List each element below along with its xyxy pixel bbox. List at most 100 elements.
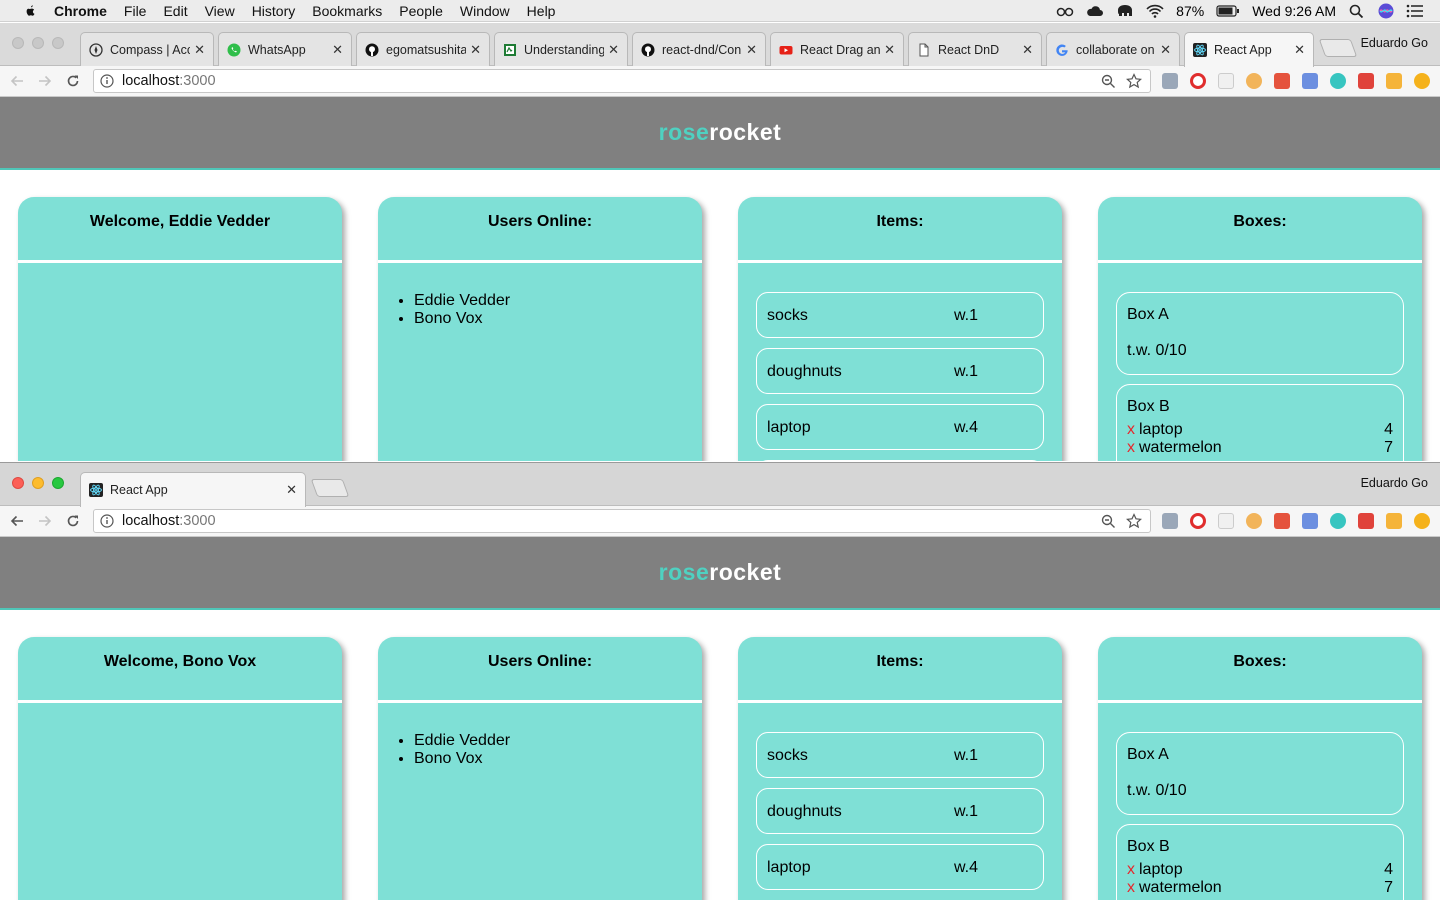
close-tab-icon[interactable]: ✕ (332, 42, 343, 58)
close-tab-icon[interactable]: ✕ (1160, 42, 1171, 58)
box-card-b[interactable]: Box B x laptop 4 x watermelon 7 (1116, 824, 1404, 900)
back-arrow-icon[interactable] (10, 74, 24, 88)
extension-puzzle-icon[interactable] (1274, 513, 1290, 529)
tab-react-app[interactable]: React App ✕ (1184, 32, 1314, 67)
close-tab-icon[interactable]: ✕ (1294, 42, 1305, 58)
tab-google-collaborate[interactable]: collaborate on ✕ (1046, 32, 1180, 66)
info-icon[interactable] (100, 514, 114, 528)
item-card-partial[interactable] (756, 460, 1044, 461)
spotlight-search-icon[interactable] (1348, 4, 1366, 18)
forward-arrow-icon[interactable] (38, 514, 52, 528)
close-window-button[interactable] (12, 37, 24, 49)
extension-opera-icon[interactable] (1190, 513, 1206, 529)
menu-people[interactable]: People (399, 3, 443, 19)
box-card-a[interactable]: Box A t.w. 0/10 (1116, 732, 1404, 815)
item-card-socks[interactable]: socks w.1 (756, 732, 1044, 778)
menu-edit[interactable]: Edit (163, 3, 187, 19)
box-item-qty: 4 (1384, 861, 1393, 878)
info-icon[interactable] (100, 74, 114, 88)
new-tab-button[interactable] (1318, 39, 1358, 57)
zoom-icon[interactable] (1101, 74, 1116, 89)
item-card-laptop[interactable]: laptop w.4 (756, 404, 1044, 450)
close-tab-icon[interactable]: ✕ (1022, 42, 1033, 58)
extension-honey-icon[interactable] (1414, 73, 1430, 89)
profile-name[interactable]: Eduardo Go (1361, 36, 1428, 50)
item-card-laptop[interactable]: laptop w.4 (756, 844, 1044, 890)
extension-blank-icon[interactable] (1218, 513, 1234, 529)
extension-grid-icon[interactable] (1386, 73, 1402, 89)
battery-icon[interactable] (1216, 4, 1240, 18)
minimize-window-button[interactable] (32, 37, 44, 49)
extension-blank-icon[interactable] (1218, 73, 1234, 89)
zoom-icon[interactable] (1101, 514, 1116, 529)
tab-compass[interactable]: Compass | Acc ✕ (80, 32, 214, 66)
extension-puzzle-icon[interactable] (1274, 73, 1290, 89)
tab-title: collaborate on (1076, 42, 1155, 57)
close-window-button[interactable] (12, 477, 24, 489)
reload-icon[interactable] (66, 514, 80, 528)
item-card-socks[interactable]: socks w.1 (756, 292, 1044, 338)
remove-item-button[interactable]: x (1127, 439, 1135, 456)
extension-honey-icon[interactable] (1414, 513, 1430, 529)
profile-name[interactable]: Eduardo Go (1361, 476, 1428, 490)
menu-file[interactable]: File (124, 3, 147, 19)
menu-view[interactable]: View (205, 3, 235, 19)
remove-item-button[interactable]: x (1127, 421, 1135, 438)
extension-cookie-icon[interactable] (1246, 73, 1262, 89)
tab-youtube-react-drag[interactable]: React Drag anc ✕ (770, 32, 904, 66)
extension-book-icon[interactable] (1358, 513, 1374, 529)
menu-window[interactable]: Window (460, 3, 510, 19)
remove-item-button[interactable]: x (1127, 861, 1135, 878)
box-card-a[interactable]: Box A t.w. 0/10 (1116, 292, 1404, 375)
close-tab-icon[interactable]: ✕ (286, 482, 297, 498)
close-tab-icon[interactable]: ✕ (608, 42, 619, 58)
remove-item-button[interactable]: x (1127, 879, 1135, 896)
extension-translate-icon[interactable] (1302, 513, 1318, 529)
zoom-window-button[interactable] (52, 37, 64, 49)
menu-history[interactable]: History (252, 3, 296, 19)
extension-download-icon[interactable] (1162, 73, 1178, 89)
glasses-icon[interactable] (1056, 4, 1074, 18)
address-bar[interactable]: localhost:3000 (93, 69, 1151, 93)
tab-react-app[interactable]: React App ✕ (80, 472, 306, 507)
tab-react-dnd[interactable]: React DnD ✕ (908, 32, 1042, 66)
apple-icon[interactable] (20, 3, 40, 19)
close-tab-icon[interactable]: ✕ (746, 42, 757, 58)
close-tab-icon[interactable]: ✕ (194, 42, 205, 58)
bookmark-star-icon[interactable] (1126, 513, 1142, 529)
item-card-doughnuts[interactable]: doughnuts w.1 (756, 348, 1044, 394)
tab-github-react-dnd[interactable]: react-dnd/Con ✕ (632, 32, 766, 66)
close-tab-icon[interactable]: ✕ (470, 42, 481, 58)
extension-cookie-icon[interactable] (1246, 513, 1262, 529)
menu-bookmarks[interactable]: Bookmarks (312, 3, 382, 19)
back-arrow-icon[interactable] (10, 514, 24, 528)
extension-m-icon[interactable] (1330, 73, 1346, 89)
item-card-doughnuts[interactable]: doughnuts w.1 (756, 788, 1044, 834)
zoom-window-button[interactable] (52, 477, 64, 489)
tab-github-egomatsushita[interactable]: egomatsushita ✕ (356, 32, 490, 66)
tab-understanding[interactable]: Understanding ✕ (494, 32, 628, 66)
menu-chrome[interactable]: Chrome (54, 3, 107, 19)
notification-center-icon[interactable] (1406, 4, 1424, 18)
extension-m-icon[interactable] (1330, 513, 1346, 529)
forward-arrow-icon[interactable] (38, 74, 52, 88)
close-tab-icon[interactable]: ✕ (884, 42, 895, 58)
elephant-icon[interactable] (1116, 4, 1134, 18)
reload-icon[interactable] (66, 74, 80, 88)
extension-opera-icon[interactable] (1190, 73, 1206, 89)
minimize-window-button[interactable] (32, 477, 44, 489)
new-tab-button[interactable] (310, 479, 350, 497)
cloud-icon[interactable] (1086, 4, 1104, 18)
menubar-clock[interactable]: Wed 9:26 AM (1252, 3, 1336, 19)
bookmark-star-icon[interactable] (1126, 73, 1142, 89)
siri-icon[interactable] (1378, 3, 1394, 19)
extension-download-icon[interactable] (1162, 513, 1178, 529)
extension-translate-icon[interactable] (1302, 73, 1318, 89)
extension-grid-icon[interactable] (1386, 513, 1402, 529)
address-bar[interactable]: localhost:3000 (93, 509, 1151, 533)
wifi-icon[interactable] (1146, 4, 1164, 18)
box-card-b[interactable]: Box B x laptop 4 x watermelon 7 (1116, 384, 1404, 461)
extension-book-icon[interactable] (1358, 73, 1374, 89)
menu-help[interactable]: Help (527, 3, 556, 19)
tab-whatsapp[interactable]: WhatsApp ✕ (218, 32, 352, 66)
